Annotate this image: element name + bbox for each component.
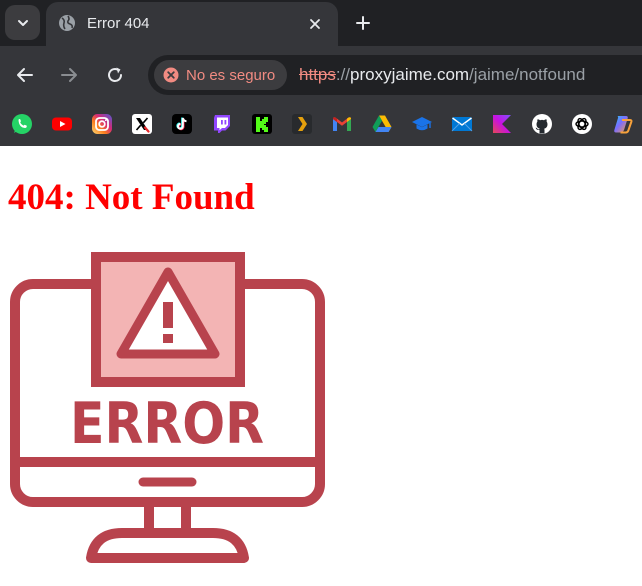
bookmark-whatsapp[interactable] [11,113,33,135]
globe-icon [59,15,75,31]
url-host: proxyjaime.com [350,65,470,84]
tab-title: Error 404 [87,15,150,32]
chatgpt-icon [572,114,592,134]
bookmark-twitch[interactable] [211,113,233,135]
bookmark-youtube[interactable] [51,113,73,135]
chevron-down-icon [17,19,28,26]
url-scheme: https [299,65,336,84]
reload-button[interactable] [103,63,127,87]
bookmark-tiktok[interactable] [171,113,193,135]
new-tab-button[interactable] [350,10,376,36]
reload-icon [108,67,122,82]
tab-close-button[interactable] [304,13,326,35]
bookmarks-bar [0,104,642,146]
x-icon [132,114,152,134]
kotlin-icon [493,115,511,133]
gmail-icon [333,117,351,131]
bookmark-kick[interactable] [251,113,273,135]
tab-search-button[interactable] [5,5,40,40]
tab-active[interactable]: Error 404 [46,2,338,46]
bookmark-gmail[interactable] [331,113,353,135]
monitor-error-icon: ERROR [10,252,325,563]
bookmark-plex[interactable] [291,113,313,135]
not-secure-icon [163,67,179,83]
twitch-icon [214,115,230,133]
close-icon [310,19,320,29]
tiktok-icon [172,114,192,134]
arrow-left-icon [17,68,33,82]
google-drive-icon [372,115,392,132]
error-text: ERROR [70,391,264,457]
instagram-icon [92,114,112,134]
forward-button[interactable] [57,63,81,87]
bookmark-x[interactable] [131,113,153,135]
bookmark-google-drive[interactable] [371,113,393,135]
bookmark-github[interactable] [531,113,553,135]
security-label: No es seguro [186,66,276,84]
url-separator: :// [335,65,351,84]
address-bar[interactable]: No es seguro https://proxyjaime.com/jaim… [148,55,642,95]
plex-icon [292,114,312,134]
url-text[interactable]: https://proxyjaime.com/jaime/notfound [299,65,585,85]
bookmark-classroom[interactable] [411,113,433,135]
page-content: 404: Not Found ERROR [0,146,642,586]
bookmark-kotlin[interactable] [491,113,513,135]
page-heading: 404: Not Found [8,177,255,218]
mail-icon [451,117,473,132]
back-button[interactable] [13,63,37,87]
kick-icon [252,114,272,134]
bookmark-instagram[interactable] [91,113,113,135]
toolbar: No es seguro https://proxyjaime.com/jaim… [0,46,642,104]
bookmark-chatgpt[interactable] [571,113,593,135]
tab-strip: Error 404 [0,0,642,46]
whatsapp-icon [12,114,32,134]
bookmark-copilot[interactable] [611,113,633,135]
plus-icon [356,16,370,30]
security-chip[interactable]: No es seguro [154,60,288,90]
github-icon [532,114,552,134]
copilot-icon [614,116,633,134]
graduation-cap-icon [412,117,432,131]
arrow-right-icon [61,68,77,82]
youtube-icon [52,117,72,131]
url-path: /jaime/notfound [469,65,586,84]
bookmark-mail[interactable] [451,113,473,135]
